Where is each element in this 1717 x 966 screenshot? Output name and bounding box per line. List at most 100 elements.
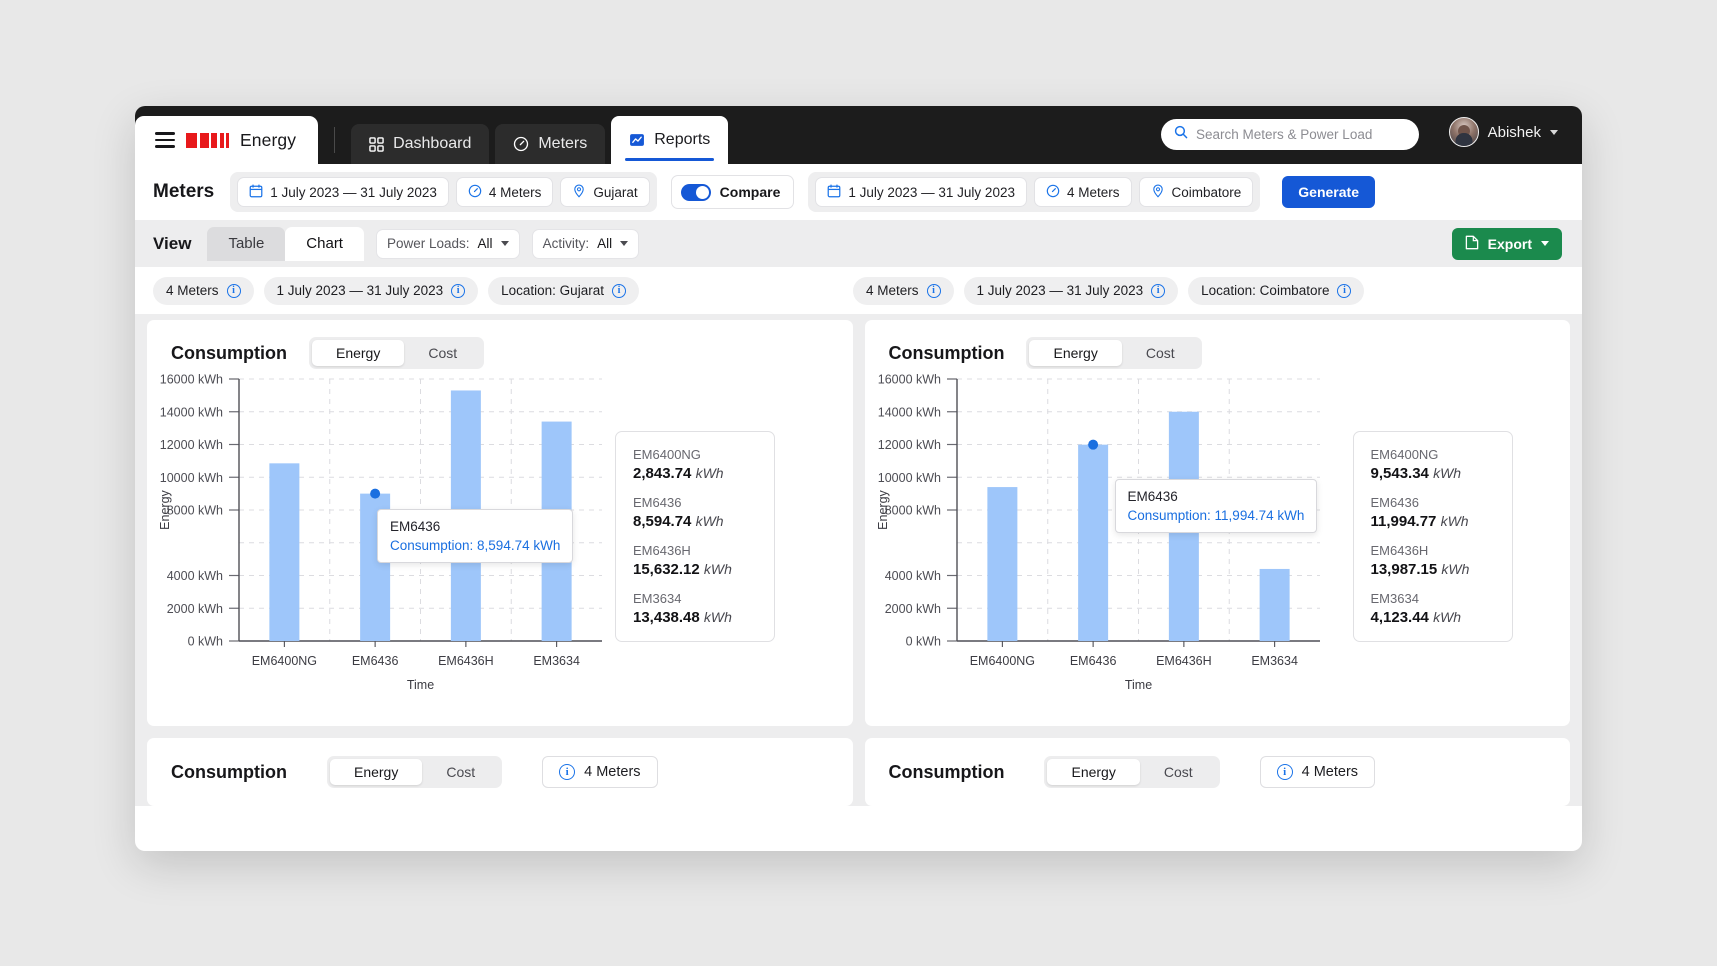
right-meters-label: 4 Meters	[1067, 185, 1120, 200]
legend-item: EM3634 13,438.48 kWh	[633, 591, 757, 626]
left-date-range-label: 1 July 2023 — 31 July 2023	[270, 185, 437, 200]
chip-right-date-range[interactable]: 1 July 2023 — 31 July 2023 i	[964, 277, 1179, 305]
chart-right-legend: EM6400NG 9,543.34 kWh EM6436 11,994.77 k…	[1353, 431, 1513, 642]
bottom-left-title: Consumption	[171, 762, 287, 783]
chip-left-meters[interactable]: 4 Meters i	[153, 277, 254, 305]
svg-text:Time: Time	[407, 678, 434, 692]
bottom-right-metric-toggle: Energy Cost	[1044, 756, 1219, 788]
chip-right-location[interactable]: Location: Coimbatore i	[1188, 277, 1364, 305]
bottom-left-meters-badge[interactable]: i 4 Meters	[542, 756, 657, 788]
tab-meters-label: Meters	[538, 135, 587, 153]
bottom-left-energy-tab[interactable]: Energy	[330, 759, 422, 785]
svg-text:8000 kWh: 8000 kWh	[167, 504, 223, 518]
tooltip-value: Consumption: 8,594.74 kWh	[390, 538, 560, 553]
power-loads-dropdown[interactable]: Power Loads: All	[376, 229, 520, 259]
compare-switch[interactable]	[681, 184, 711, 201]
left-date-range-filter[interactable]: 1 July 2023 — 31 July 2023	[237, 177, 449, 207]
location-pin-icon	[1151, 184, 1165, 201]
search-input[interactable]	[1196, 127, 1406, 142]
svg-text:12000 kWh: 12000 kWh	[160, 438, 223, 452]
chart-left-legend: EM6400NG 2,843.74 kWh EM6436 8,594.74 kW…	[615, 431, 775, 642]
chevron-down-icon	[620, 241, 628, 246]
chip-left-date-range[interactable]: 1 July 2023 — 31 July 2023 i	[264, 277, 479, 305]
chip-right-meters[interactable]: 4 Meters i	[853, 277, 954, 305]
panel-right-energy-tab[interactable]: Energy	[1029, 340, 1121, 366]
gauge-icon	[468, 184, 482, 201]
user-menu[interactable]: Abishek	[1449, 117, 1558, 147]
svg-text:EM6400NG: EM6400NG	[969, 654, 1034, 668]
brand-tab[interactable]: Energy	[135, 116, 318, 164]
right-filter-group: 1 July 2023 — 31 July 2023 4 Meters	[808, 172, 1260, 212]
chevron-down-icon	[1550, 130, 1558, 135]
tab-reports[interactable]: Reports	[611, 116, 728, 164]
bottom-right-meters-badge[interactable]: i 4 Meters	[1260, 756, 1375, 788]
legend-item: EM6436H 15,632.12 kWh	[633, 543, 757, 578]
panel-right-header: Consumption Energy Cost	[865, 320, 1571, 369]
svg-text:0 kWh: 0 kWh	[188, 635, 223, 649]
search-box[interactable]	[1161, 119, 1419, 150]
chevron-down-icon	[501, 241, 509, 246]
bottom-right-meters-label: 4 Meters	[1302, 764, 1358, 780]
info-icon: i	[559, 764, 575, 780]
right-location-filter[interactable]: Coimbatore	[1139, 177, 1254, 207]
svg-text:Energy: Energy	[876, 489, 890, 529]
legend-value: 13,987.15 kWh	[1371, 561, 1495, 578]
chip-left-date-range-label: 1 July 2023 — 31 July 2023	[277, 283, 444, 298]
legend-value: 15,632.12 kWh	[633, 561, 757, 578]
generate-button[interactable]: Generate	[1282, 176, 1375, 208]
location-pin-icon	[572, 184, 586, 201]
calendar-icon	[827, 184, 841, 201]
tooltip-title: EM6436	[1128, 489, 1305, 504]
chip-right-date-range-label: 1 July 2023 — 31 July 2023	[977, 283, 1144, 298]
tab-table[interactable]: Table	[207, 227, 285, 261]
power-loads-dropdown-label: Power Loads:	[387, 236, 470, 251]
legend-name: EM6436H	[633, 543, 757, 558]
compare-toggle[interactable]: Compare	[671, 175, 795, 209]
info-icon[interactable]: i	[1151, 284, 1165, 298]
legend-name: EM6400NG	[1371, 447, 1495, 462]
info-icon[interactable]: i	[612, 284, 626, 298]
panel-left-cost-tab[interactable]: Cost	[404, 340, 481, 366]
bottom-right-cost-tab[interactable]: Cost	[1140, 759, 1217, 785]
svg-text:4000 kWh: 4000 kWh	[884, 569, 940, 583]
bottom-left-cost-tab[interactable]: Cost	[422, 759, 499, 785]
info-icon[interactable]: i	[1337, 284, 1351, 298]
hamburger-icon[interactable]	[155, 132, 175, 147]
legend-name: EM3634	[1371, 591, 1495, 606]
svg-text:10000 kWh: 10000 kWh	[877, 471, 940, 485]
info-icon[interactable]: i	[227, 284, 241, 298]
left-meters-filter[interactable]: 4 Meters	[456, 177, 554, 207]
avatar	[1449, 117, 1479, 147]
active-tab-underline	[625, 158, 714, 161]
left-location-filter[interactable]: Gujarat	[560, 177, 649, 207]
chip-right-meters-label: 4 Meters	[866, 283, 919, 298]
chevron-down-icon	[1541, 241, 1549, 246]
right-location-label: Coimbatore	[1172, 185, 1242, 200]
panel-left-header: Consumption Energy Cost	[147, 320, 853, 369]
tab-meters[interactable]: Meters	[495, 124, 605, 164]
svg-text:EM6436H: EM6436H	[1156, 654, 1212, 668]
info-icon[interactable]: i	[451, 284, 465, 298]
tab-dashboard[interactable]: Dashboard	[351, 124, 489, 164]
bottom-right-energy-tab[interactable]: Energy	[1047, 759, 1139, 785]
user-name: Abishek	[1488, 124, 1541, 141]
app-window: Energy Dashboard	[135, 106, 1582, 851]
tab-dashboard-label: Dashboard	[393, 135, 471, 153]
legend-item: EM6400NG 9,543.34 kWh	[1371, 447, 1495, 482]
tab-chart[interactable]: Chart	[285, 227, 364, 261]
panel-right-cost-tab[interactable]: Cost	[1122, 340, 1199, 366]
svg-text:16000 kWh: 16000 kWh	[160, 373, 223, 387]
top-navigation-bar: Energy Dashboard	[135, 106, 1582, 164]
info-icon[interactable]: i	[927, 284, 941, 298]
legend-name: EM6400NG	[633, 447, 757, 462]
export-button[interactable]: Export	[1452, 228, 1562, 260]
right-meters-filter[interactable]: 4 Meters	[1034, 177, 1132, 207]
chart-left: 0 kWh2000 kWh4000 kWh8000 kWh10000 kWh12…	[147, 369, 853, 709]
legend-item: EM6436H 13,987.15 kWh	[1371, 543, 1495, 578]
legend-name: EM6436H	[1371, 543, 1495, 558]
panel-left-energy-tab[interactable]: Energy	[312, 340, 404, 366]
chip-left-location[interactable]: Location: Gujarat i	[488, 277, 639, 305]
right-date-range-filter[interactable]: 1 July 2023 — 31 July 2023	[815, 177, 1027, 207]
activity-dropdown[interactable]: Activity: All	[532, 229, 640, 259]
nav-divider	[334, 127, 335, 153]
